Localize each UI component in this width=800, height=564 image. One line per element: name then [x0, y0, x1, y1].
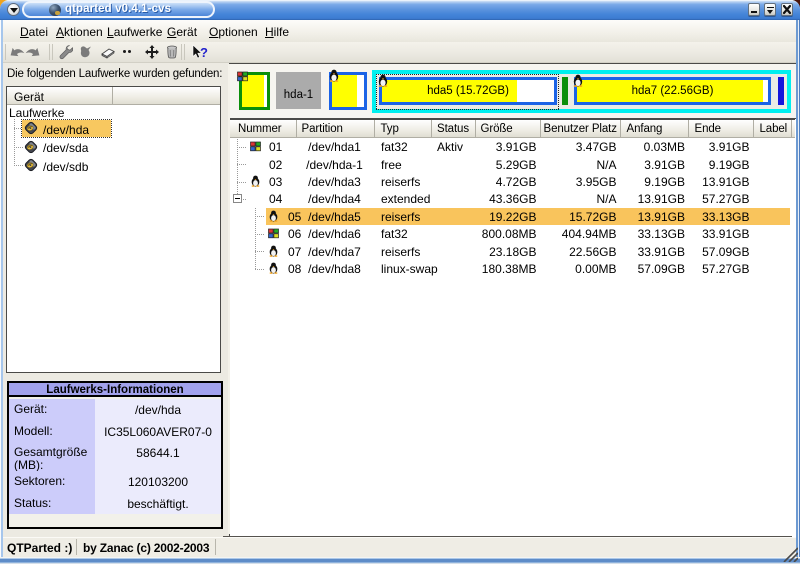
svg-text:?: ?	[200, 45, 208, 60]
